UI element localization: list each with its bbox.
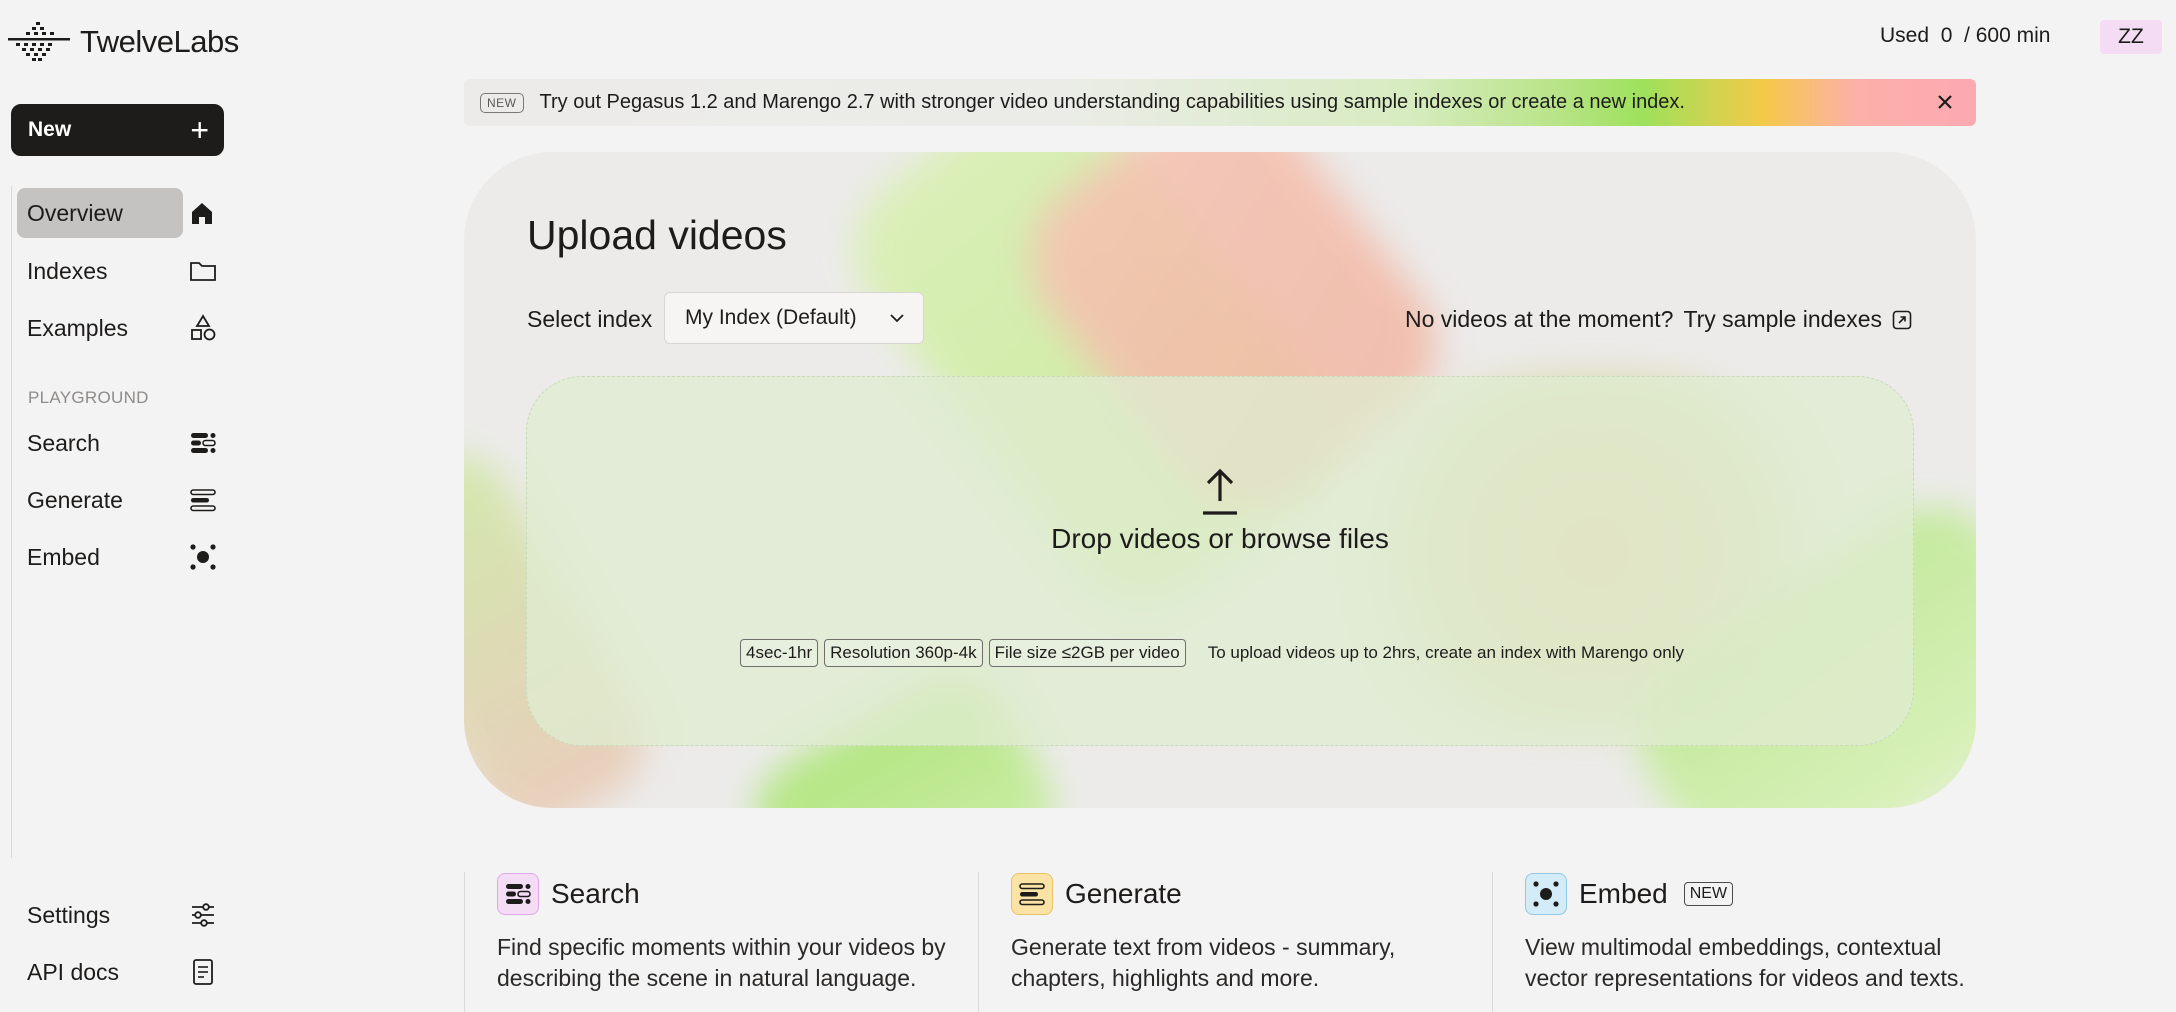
generate-lines-icon [1011,873,1053,915]
sidebar-item-label: Embed [27,543,100,570]
feature-title: Search [551,878,640,909]
app-logo[interactable]: TwelveLabs [8,20,239,64]
sidebar-item-label: Indexes [27,257,108,284]
file-size-chip: File size ≤2GB per video [988,639,1186,667]
upload-requirements: 4sec-1hr Resolution 360p-4k File size ≤2… [740,639,1684,667]
feature-card-generate[interactable]: Generate Generate text from videos - sum… [978,872,1493,1012]
sample-indexes-prompt: No videos at the moment? Try sample inde… [1405,306,1912,333]
shapes-icon [188,313,218,343]
banner-text: Try out Pegasus 1.2 and Marengo 2.7 with… [539,91,1686,113]
feature-description: Find specific moments within your videos… [497,934,946,991]
chevron-down-icon [890,314,904,323]
sidebar: TwelveLabs New + Overview Indexes Exampl… [0,0,239,1012]
duration-chip: 4sec-1hr [740,639,819,667]
feature-title: Generate [1065,878,1182,909]
announcement-banner: NEW Try out Pegasus 1.2 and Marengo 2.7 … [464,79,1976,126]
no-videos-text: No videos at the moment? [1404,306,1674,332]
sidebar-item-api-docs[interactable]: API docs [17,947,224,997]
usage-counter: Used 0 / 600 min [1880,24,2051,47]
upload-panel: Upload videos Select index My Index (Def… [464,152,1976,808]
generate-lines-icon [188,485,218,515]
sidebar-item-label: API docs [27,958,120,985]
sidebar-item-label: Settings [27,901,111,928]
embed-nodes-icon [1525,873,1567,915]
playground-section-label: PLAYGROUND [28,388,149,407]
home-icon [187,198,217,228]
sidebar-item-embed[interactable]: Embed [17,532,224,582]
index-select[interactable]: My Index (Default) [664,292,924,344]
folder-icon [188,256,218,286]
twelvelabs-logo-icon [8,22,70,61]
sidebar-item-label: Overview [27,199,123,226]
sidebar-item-indexes[interactable]: Indexes [17,246,224,296]
embed-nodes-icon [188,542,218,572]
sidebar-item-search[interactable]: Search [17,418,224,468]
feature-description: Generate text from videos - summary, cha… [1011,934,1396,991]
sidebar-item-label: Examples [27,314,128,341]
nav-rail [11,186,12,858]
avatar[interactable]: ZZ [2100,20,2162,54]
sidebar-item-examples[interactable]: Examples [17,303,224,353]
feature-title: Embed [1579,878,1668,909]
document-icon [188,957,218,987]
upload-icon [1203,468,1237,515]
video-dropzone[interactable]: Drop videos or browse files 4sec-1hr Res… [526,376,1914,746]
upload-note: To upload videos up to 2hrs, create an i… [1207,643,1684,662]
sliders-icon [188,900,218,930]
page-title: Upload videos [527,212,787,258]
new-button-label: New [28,118,72,141]
sidebar-item-generate[interactable]: Generate [17,475,224,525]
new-badge: NEW [480,92,524,113]
sidebar-item-label: Search [27,429,100,456]
new-button[interactable]: New + [11,104,224,156]
close-icon[interactable] [1930,87,1960,117]
select-index-label: Select index [527,306,653,332]
sidebar-item-overview[interactable]: Overview [17,188,212,238]
feature-description: View multimodal embeddings, contextual v… [1525,934,1965,991]
index-select-value: My Index (Default) [685,306,857,329]
search-list-icon [497,873,539,915]
feature-card-embed[interactable]: Embed NEW View multimodal embeddings, co… [1492,872,2007,1012]
plus-icon: + [190,112,209,148]
search-list-icon [188,428,218,458]
resolution-chip: Resolution 360p-4k [824,639,983,667]
new-badge: NEW [1683,882,1734,906]
try-sample-indexes-link[interactable]: Try sample indexes [1683,306,1882,333]
dropzone-text: Drop videos or browse files [1051,523,1389,554]
feature-card-search[interactable]: Search Find specific moments within your… [464,872,979,1012]
sidebar-item-settings[interactable]: Settings [17,890,224,940]
external-link-icon[interactable] [1892,310,1912,330]
app-name: TwelveLabs [80,24,239,59]
sidebar-item-label: Generate [27,486,123,513]
